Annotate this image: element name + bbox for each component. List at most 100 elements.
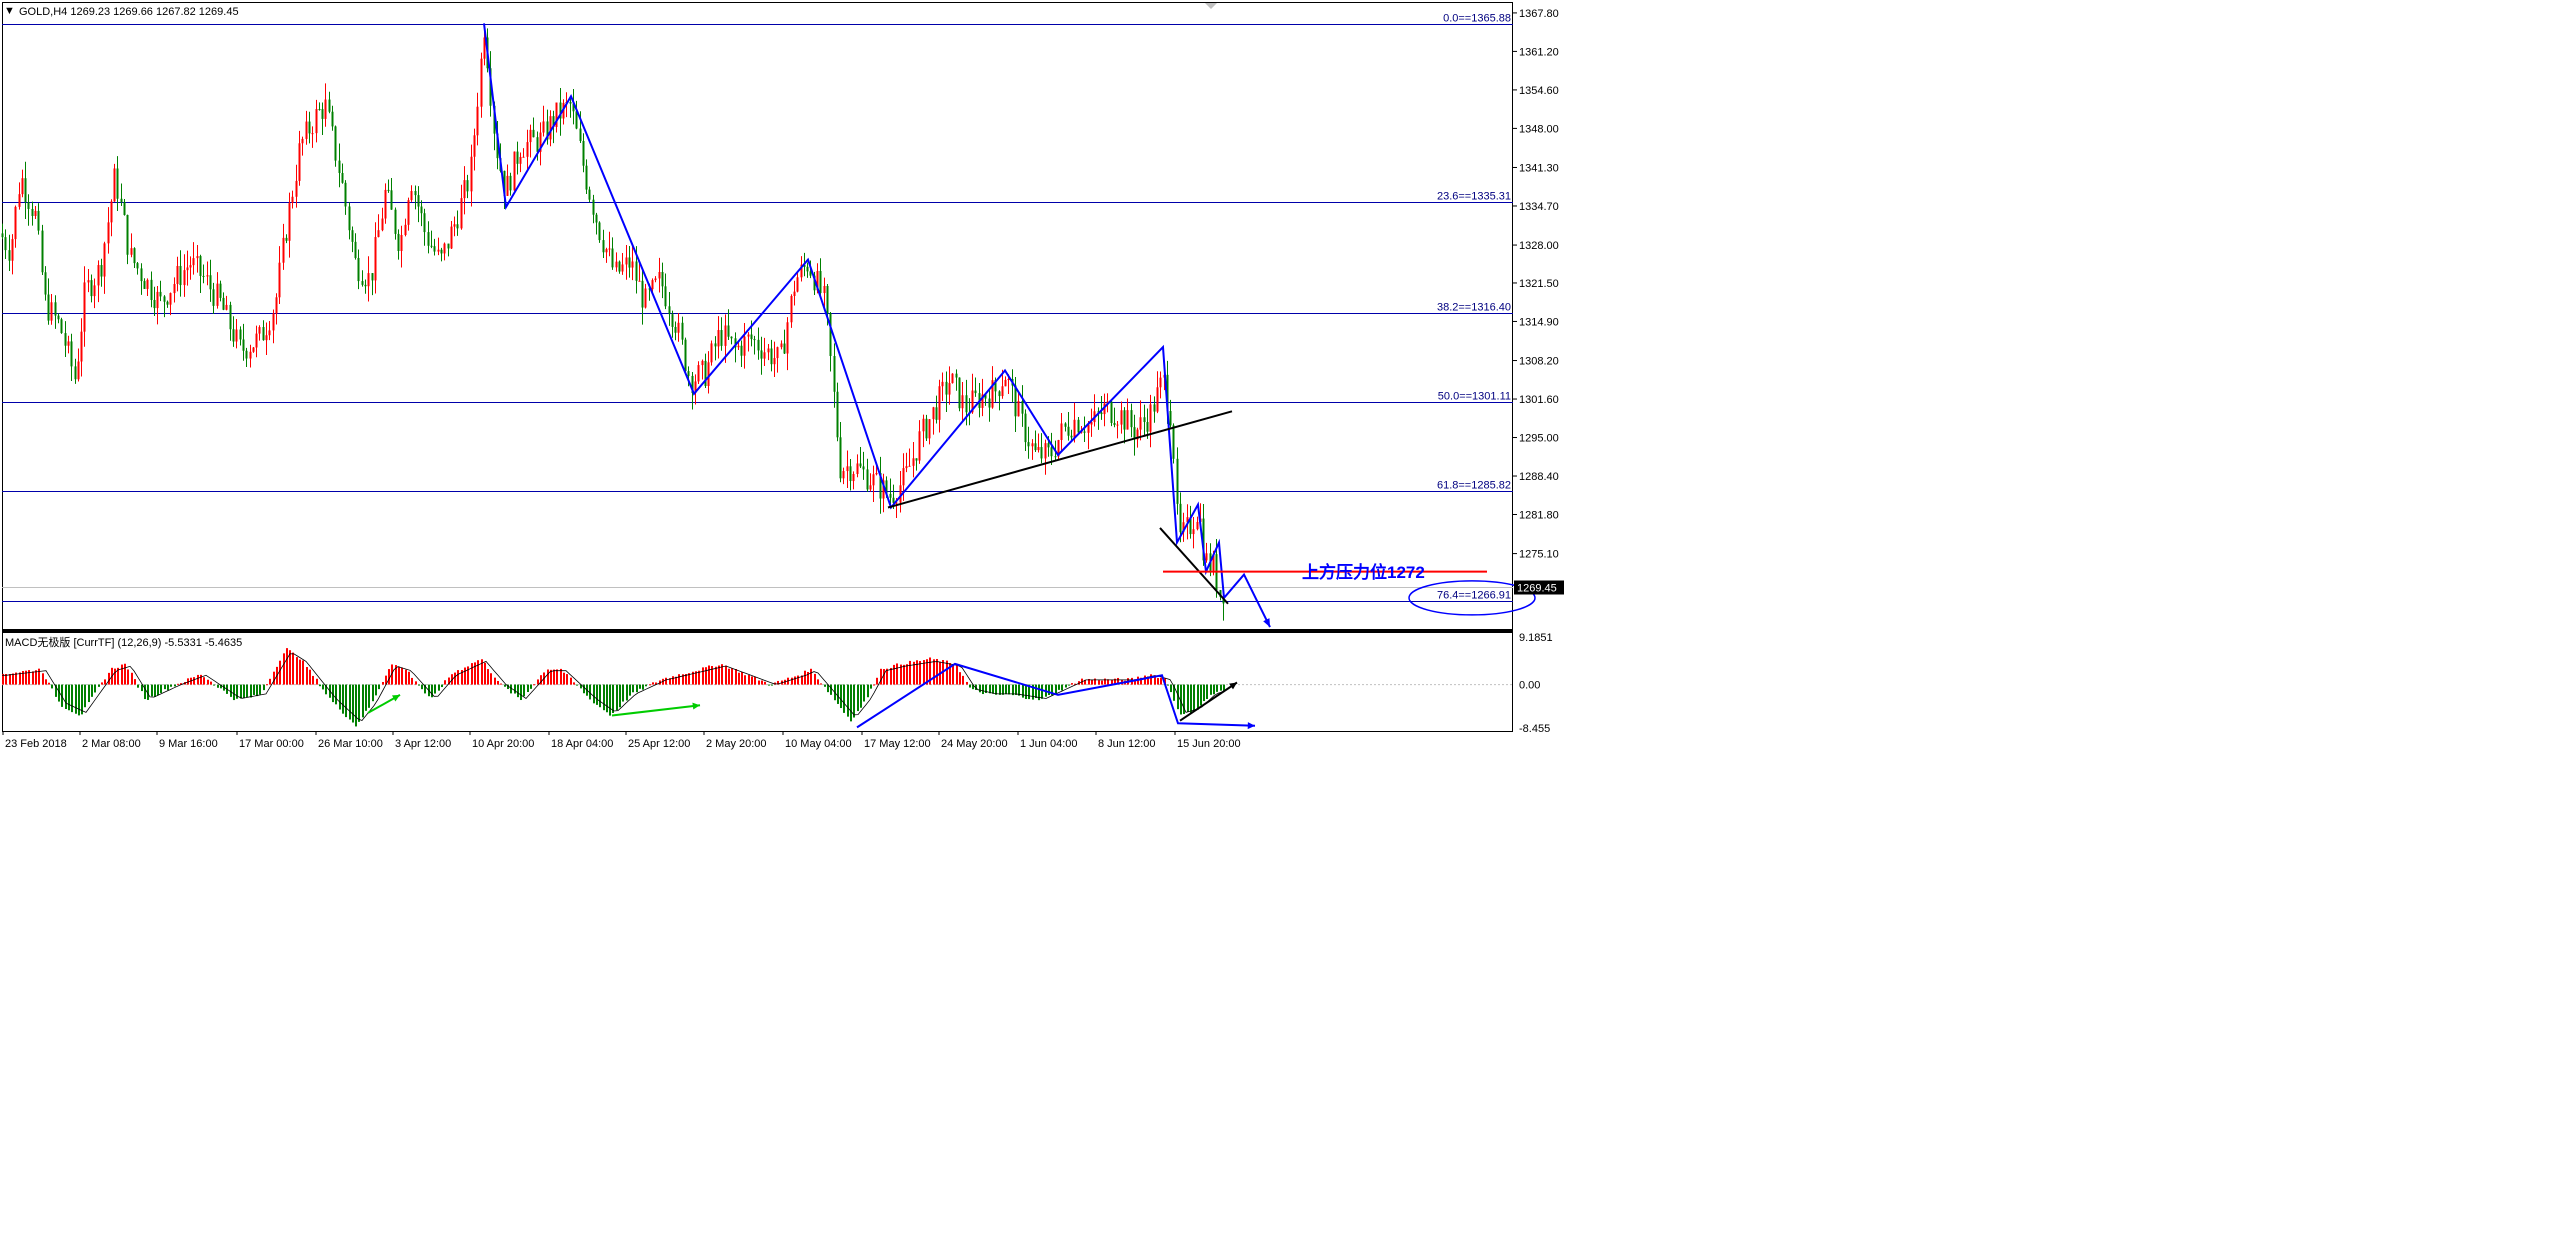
candle-body — [463, 180, 466, 199]
macd-histogram-bar — [867, 684, 869, 698]
macd-histogram-bar — [863, 684, 865, 702]
time-tick-label: 26 Mar 10:00 — [318, 738, 383, 750]
candle-body — [258, 327, 261, 334]
macd-histogram-bar — [487, 669, 489, 685]
candle-body — [189, 265, 192, 268]
candle-body — [724, 325, 727, 346]
macd-histogram-bar — [375, 684, 377, 696]
price-tick-label: 1328.00 — [1519, 240, 1559, 252]
candle-body — [357, 257, 360, 282]
macd-histogram-bar — [530, 684, 532, 689]
macd-histogram-bar — [124, 663, 126, 685]
candle-body — [341, 172, 344, 183]
macd-histogram-bar — [438, 684, 440, 691]
candle-body — [216, 283, 219, 306]
candle-body — [318, 109, 321, 111]
chart-canvas[interactable]: 0.0==1365.88 23.6==1335.31 38.2==1316.40 50… — [0, 0, 1568, 754]
macd-histogram-bar — [349, 684, 351, 720]
macd-histogram-bar — [830, 684, 832, 695]
chart-shift-marker-icon[interactable] — [1205, 3, 1217, 9]
candle-body — [371, 273, 374, 281]
candle-body — [948, 383, 951, 395]
candle-body — [47, 294, 50, 321]
macd-histogram-bar — [316, 678, 318, 685]
price-tick-label: 1275.10 — [1519, 549, 1559, 561]
candle-body — [456, 224, 459, 229]
macd-histogram-bar — [35, 670, 37, 685]
fib-level-label: 0.0==1365.88 — [1443, 13, 1511, 25]
macd-histogram-bar — [504, 684, 506, 687]
macd-histogram-bar — [566, 674, 568, 685]
macd-histogram-bar — [876, 677, 878, 685]
candle-body — [387, 189, 390, 191]
candle-body — [1001, 386, 1004, 397]
candle-body — [1149, 404, 1152, 432]
macd-histogram-bar — [725, 665, 727, 685]
candle-body — [628, 257, 631, 268]
gold-h4-chart[interactable]: 0.0==1365.88 23.6==1335.31 38.2==1316.40 50… — [0, 0, 1568, 754]
candle-body — [872, 474, 875, 486]
macd-histogram-bar — [322, 684, 324, 690]
candle-body — [710, 343, 713, 363]
time-tick-label: 2 Mar 08:00 — [82, 738, 141, 750]
macd-histogram-bar — [946, 660, 948, 685]
time-tick-label: 10 May 04:00 — [785, 738, 852, 750]
fib-level-label: 23.6==1335.31 — [1437, 191, 1511, 203]
macd-histogram-bar — [398, 666, 400, 685]
macd-histogram-bar — [1157, 678, 1159, 685]
macd-histogram-bar — [1200, 684, 1202, 706]
candle-body — [140, 268, 143, 282]
macd-histogram-bar — [999, 684, 1001, 695]
macd-histogram-bar — [273, 671, 275, 685]
macd-histogram-bar — [678, 674, 680, 685]
macd-histogram-bar — [514, 684, 516, 694]
macd-histogram-bar — [843, 684, 845, 713]
candle-body — [974, 390, 977, 394]
macd-histogram-bar — [200, 674, 202, 685]
candle-body — [935, 407, 938, 420]
candle-body — [87, 280, 90, 283]
macd-histogram-bar — [751, 676, 753, 685]
candle-body — [516, 151, 519, 164]
macd-histogram-bar — [104, 679, 106, 685]
candle-body — [644, 288, 647, 308]
macd-histogram-bar — [636, 684, 638, 693]
candle-body — [4, 237, 7, 251]
candle-body — [750, 334, 753, 340]
macd-histogram-bar — [820, 683, 822, 685]
macd-histogram-bar — [705, 667, 707, 685]
menu-arrow-icon[interactable]: ▼ — [4, 5, 15, 17]
candle-body — [1070, 435, 1073, 438]
candle-body — [11, 239, 14, 261]
candle-body — [618, 261, 621, 272]
macd-histogram-bar — [137, 684, 139, 688]
candle-body — [252, 347, 255, 352]
candle-body — [1004, 379, 1007, 387]
macd-histogram-bar — [847, 684, 849, 717]
macd-histogram-bar — [302, 660, 304, 685]
candle-body — [27, 202, 30, 209]
macd-histogram-bar — [1206, 684, 1208, 699]
candle-body — [24, 178, 27, 203]
macd-histogram-bar — [306, 667, 308, 685]
candle-body — [242, 339, 245, 351]
macd-histogram-bar — [500, 683, 502, 685]
macd-histogram-bar — [415, 681, 417, 685]
candle-body — [179, 265, 182, 286]
candle-body — [344, 182, 347, 207]
candle-body — [473, 135, 476, 157]
macd-histogram-bar — [1150, 674, 1152, 685]
candle-body — [123, 201, 126, 215]
macd-histogram-bar — [174, 684, 176, 687]
candle-body — [998, 391, 1001, 397]
time-tick-label: 2 May 20:00 — [706, 738, 767, 750]
candle-body — [440, 249, 443, 254]
macd-histogram-bar — [45, 679, 47, 685]
candle-body — [278, 262, 281, 298]
macd-histogram-bar — [744, 675, 746, 685]
price-tick-label: 1348.00 — [1519, 123, 1559, 135]
macd-histogram-bar — [645, 684, 647, 687]
macd-histogram-bar — [1213, 684, 1215, 695]
candle-body — [790, 295, 793, 323]
candle-body — [654, 278, 657, 281]
